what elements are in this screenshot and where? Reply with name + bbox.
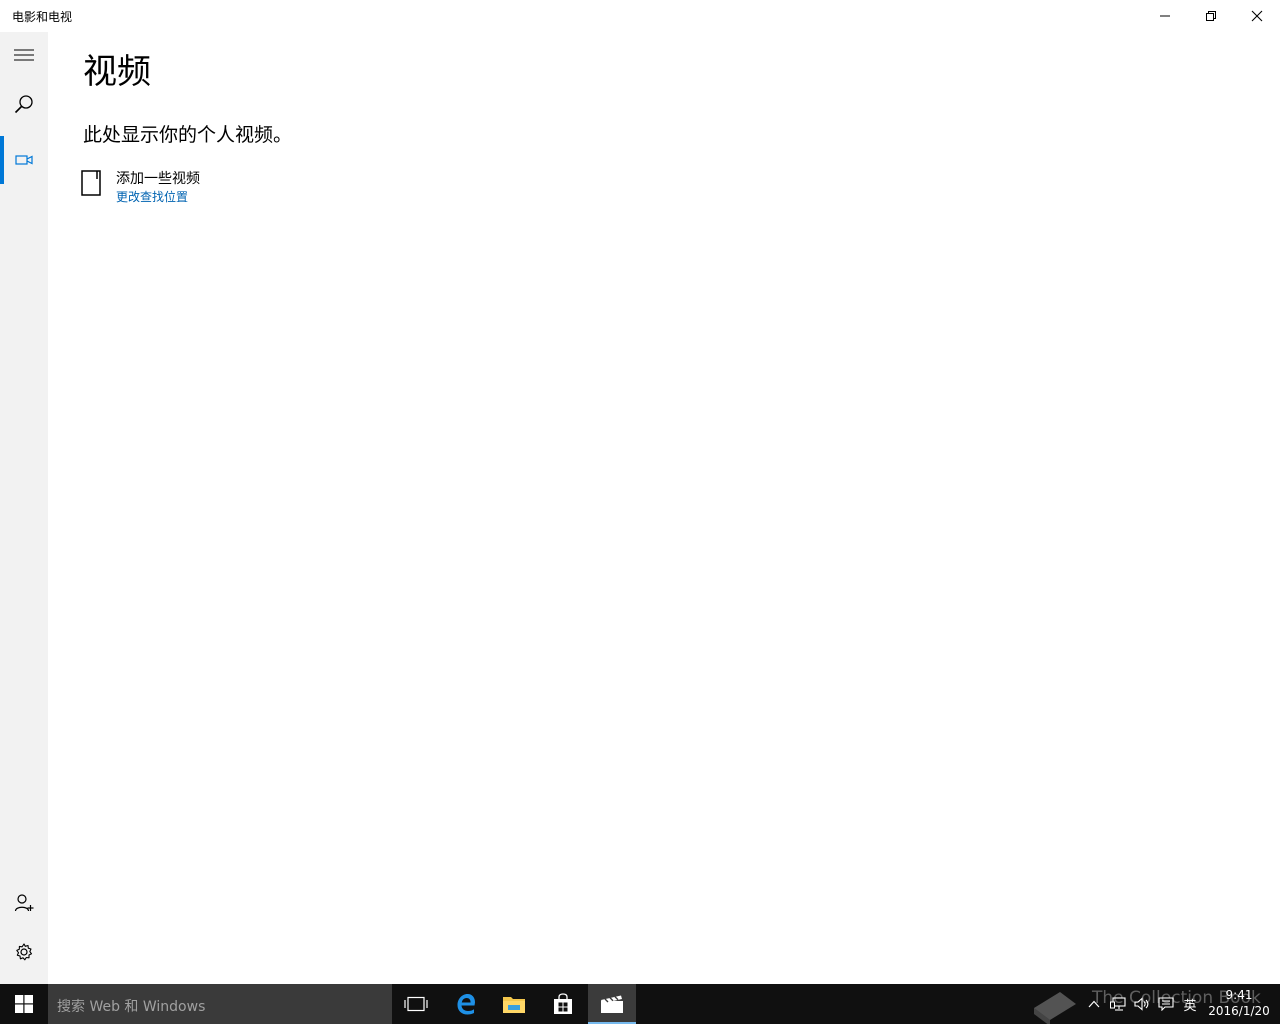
add-videos-tile[interactable]: 添加一些视频 更改查找位置 <box>81 168 281 208</box>
input-method-button[interactable]: 英 <box>1180 984 1200 1024</box>
close-icon <box>1251 10 1263 22</box>
restore-icon <box>1206 11 1216 21</box>
main-content: 视频 此处显示你的个人视频。 添加一些视频 更改查找位置 <box>48 32 1280 984</box>
file-explorer-icon <box>503 997 525 1013</box>
network-icon <box>1110 997 1126 1011</box>
nav-settings-button[interactable] <box>0 928 48 976</box>
selection-indicator <box>0 136 4 184</box>
minimize-button[interactable] <box>1142 0 1188 32</box>
speaker-icon <box>1134 997 1149 1011</box>
navigation-pane <box>0 32 48 984</box>
volume-button[interactable] <box>1132 984 1152 1024</box>
hamburger-menu-icon <box>14 49 34 61</box>
edge-icon <box>457 994 475 1015</box>
folder-icon <box>81 170 101 196</box>
store-button[interactable] <box>539 984 587 1024</box>
minimize-icon <box>1160 15 1170 17</box>
action-center-button[interactable] <box>1156 984 1176 1024</box>
file-explorer-button[interactable] <box>490 984 538 1024</box>
restore-button[interactable] <box>1188 0 1234 32</box>
page-title: 视频 <box>83 52 151 92</box>
movies-tv-icon <box>601 995 623 1013</box>
search-placeholder: 搜索 Web 和 Windows <box>57 999 206 1015</box>
nav-videos-button[interactable] <box>0 136 48 184</box>
search-icon <box>14 95 33 114</box>
empty-state-message: 此处显示你的个人视频。 <box>83 124 293 146</box>
clock-time: 9:41 <box>1225 988 1253 1002</box>
close-button[interactable] <box>1234 0 1280 32</box>
nav-account-button[interactable] <box>0 879 48 927</box>
title-bar: 电影和电视 <box>0 0 1280 32</box>
tray-overflow-button[interactable] <box>1084 984 1104 1024</box>
chevron-up-icon <box>1088 1000 1100 1008</box>
clock-date: 2016/1/20 <box>1208 1004 1270 1018</box>
gear-icon <box>16 943 33 961</box>
edge-button[interactable] <box>442 984 490 1024</box>
taskbar: 搜索 Web 和 Windows The Collection Book 英 9… <box>0 984 1280 1026</box>
task-view-button[interactable] <box>392 984 440 1024</box>
movies-tv-taskbar-button[interactable] <box>588 984 636 1024</box>
start-button[interactable] <box>0 984 48 1024</box>
add-videos-label[interactable]: 添加一些视频 <box>116 168 200 188</box>
notification-icon <box>1158 997 1174 1011</box>
windows-logo-icon <box>15 995 33 1013</box>
hamburger-menu-button[interactable] <box>0 32 48 80</box>
nav-search-button[interactable] <box>0 80 48 128</box>
task-view-icon <box>404 996 428 1012</box>
taskbar-search-box[interactable]: 搜索 Web 和 Windows <box>48 984 392 1024</box>
change-location-link[interactable]: 更改查找位置 <box>116 188 188 205</box>
clock[interactable]: 9:41 2016/1/20 <box>1204 987 1274 1019</box>
store-icon <box>554 993 572 1014</box>
app-title: 电影和电视 <box>12 10 73 24</box>
video-camera-icon <box>15 155 33 165</box>
add-account-icon <box>14 894 34 912</box>
network-button[interactable] <box>1108 984 1128 1024</box>
book-logo-icon <box>1034 992 1076 1026</box>
